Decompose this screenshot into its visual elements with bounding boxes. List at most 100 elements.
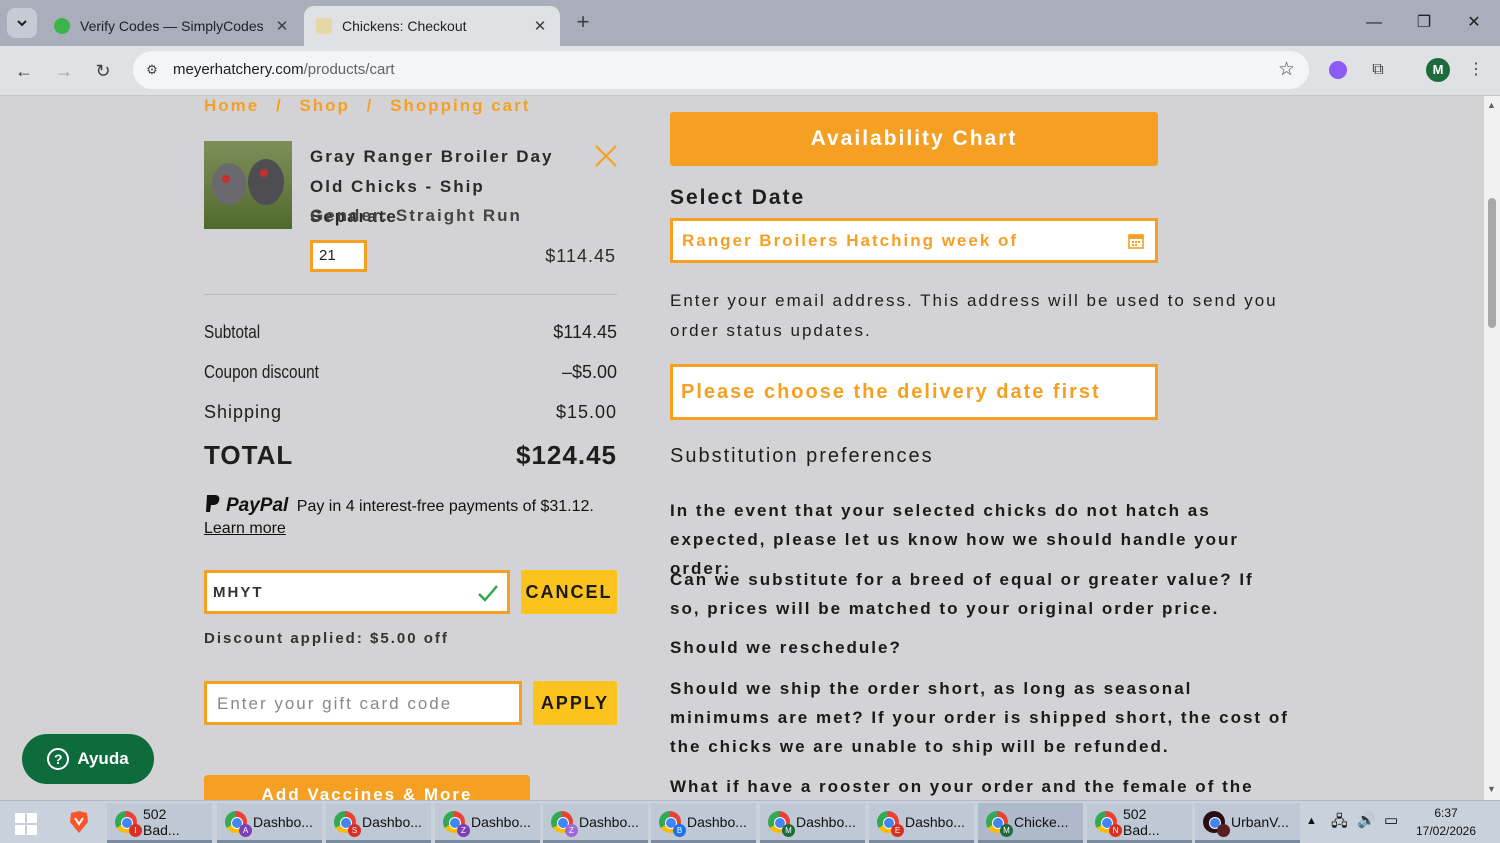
- paypal-text: Pay in 4 interest-free payments of $31.1…: [296, 498, 594, 515]
- taskbar-app-button[interactable]: Z Dashbo...: [543, 803, 648, 843]
- taskbar-app-label: 502 Bad...: [143, 805, 180, 838]
- tab-search-button[interactable]: [7, 8, 37, 38]
- date-select-value: Ranger Broilers Hatching week of: [682, 231, 1019, 250]
- brave-browser-icon[interactable]: [68, 810, 90, 834]
- close-icon[interactable]: ✕: [274, 17, 290, 35]
- new-tab-button[interactable]: +: [570, 10, 596, 36]
- taskbar-app-label: UrbanV...: [1231, 813, 1289, 830]
- restore-button[interactable]: ❐: [1411, 10, 1437, 36]
- taskbar-app-button[interactable]: S Dashbo...: [326, 803, 431, 843]
- scroll-down-arrow-icon[interactable]: ▼: [1487, 784, 1496, 794]
- subtotal-value: $114.45: [553, 322, 617, 342]
- reload-button[interactable]: ↻: [89, 57, 117, 85]
- taskbar-app-button[interactable]: E Dashbo...: [869, 803, 974, 843]
- window-close-button[interactable]: ✕: [1461, 10, 1487, 36]
- apply-gift-card-button[interactable]: APPLY: [533, 681, 617, 725]
- total-value: $124.45: [516, 440, 617, 470]
- taskbar-app-button[interactable]: M Chicke...: [978, 803, 1083, 843]
- quantity-input[interactable]: 21: [310, 240, 367, 272]
- total-row: TOTAL $124.45: [204, 440, 617, 471]
- tab-title: Chickens: Checkout: [342, 18, 467, 34]
- discount-applied-message: Discount applied: $5.00 off: [204, 630, 449, 647]
- add-vaccines-button[interactable]: Add Vaccines & More: [204, 775, 530, 800]
- help-question-icon: ?: [47, 748, 70, 770]
- breadcrumb-shop[interactable]: Shop: [299, 96, 350, 115]
- battery-icon[interactable]: ▭: [1384, 811, 1398, 829]
- rooster-question: What if have a rooster on your order and…: [670, 777, 1254, 796]
- paypal-brand: PayPal: [226, 495, 289, 516]
- chrome-icon: E: [877, 810, 904, 837]
- chrome-icon: [1203, 810, 1230, 837]
- site-info-icon[interactable]: ⚙: [142, 60, 162, 80]
- date-select-input[interactable]: Ranger Broilers Hatching week of: [670, 218, 1158, 263]
- cancel-coupon-button[interactable]: CANCEL: [521, 570, 617, 614]
- taskbar-app-label: Chicke...: [1014, 813, 1069, 830]
- profile-avatar[interactable]: M: [1426, 58, 1450, 82]
- profile-badge: Z: [565, 823, 578, 837]
- volume-icon[interactable]: 🔊: [1357, 811, 1376, 829]
- system-clock[interactable]: 6:37 17/02/2026: [1410, 804, 1482, 840]
- menu-kebab-icon[interactable]: ⋮: [1463, 57, 1489, 83]
- taskbar-app-button[interactable]: A Dashbo...: [217, 803, 322, 843]
- tray-expand-icon[interactable]: ▲: [1306, 815, 1317, 827]
- page-scrollbar[interactable]: ▲ ▼: [1484, 96, 1500, 800]
- back-button[interactable]: ←: [10, 57, 38, 85]
- forward-button[interactable]: →: [50, 57, 78, 85]
- taskbar-app-label: Dashbo...: [253, 813, 313, 830]
- paypal-message: PayPal Pay in 4 interest-free payments o…: [204, 494, 624, 540]
- line-item-price: $114.45: [545, 246, 616, 266]
- bookmark-star-icon[interactable]: ☆: [1278, 58, 1295, 81]
- windows-start-icon[interactable]: [14, 812, 38, 836]
- profile-badge: M: [1000, 823, 1013, 837]
- network-icon[interactable]: 🖧: [1331, 811, 1348, 836]
- subtotal-row: Subtotal $114.45: [204, 322, 617, 343]
- profile-badge: M: [782, 823, 795, 837]
- breadcrumb-home[interactable]: Home: [204, 96, 259, 115]
- help-button[interactable]: ? Ayuda: [22, 734, 154, 784]
- page-content: Home / Shop / Shopping cart Gray Ranger …: [0, 96, 1484, 800]
- scrollbar-thumb[interactable]: [1488, 198, 1496, 328]
- chrome-icon: A: [225, 810, 252, 837]
- breadcrumb-cart[interactable]: Shopping cart: [390, 96, 530, 115]
- chrome-icon: Z: [443, 810, 470, 837]
- profile-badge: A: [239, 823, 252, 837]
- remove-item-icon[interactable]: [594, 144, 618, 168]
- address-bar[interactable]: ⚙ meyerhatchery.com/products/cart ☆: [133, 51, 1309, 89]
- taskbar-app-button[interactable]: UrbanV...: [1195, 803, 1300, 843]
- taskbar-app-button[interactable]: B Dashbo...: [651, 803, 756, 843]
- email-help-text: Enter your email address. This address w…: [670, 291, 1278, 340]
- taskbar-app-button[interactable]: N 502 Bad...: [1087, 803, 1192, 843]
- availability-chart-button[interactable]: Availability Chart: [670, 112, 1158, 166]
- calendar-icon[interactable]: [1127, 232, 1145, 250]
- coupon-value: MHYT: [213, 584, 264, 601]
- extensions-puzzle-icon[interactable]: ⧉: [1365, 57, 1391, 83]
- clock-time: 6:37: [1434, 806, 1458, 820]
- coupon-discount-value: –$5.00: [561, 362, 617, 382]
- paypal-learn-more-link[interactable]: Learn more: [204, 520, 286, 537]
- email-input[interactable]: Please choose the delivery date first: [670, 364, 1158, 420]
- divider: [204, 294, 617, 295]
- taskbar-app-button[interactable]: I 502 Bad...: [107, 803, 212, 843]
- product-gender: Gender: Straight Run: [310, 206, 522, 225]
- select-date-heading: Select Date: [670, 186, 806, 209]
- coupon-input[interactable]: MHYT: [204, 570, 510, 614]
- scroll-up-arrow-icon[interactable]: ▲: [1487, 100, 1496, 110]
- close-icon[interactable]: ✕: [532, 17, 548, 35]
- breadcrumb-separator: /: [366, 96, 374, 115]
- breadcrumb-separator: /: [275, 96, 283, 115]
- url-text[interactable]: meyerhatchery.com/products/cart: [173, 61, 394, 78]
- substitution-question: Can we substitute for a breed of equal o…: [670, 570, 1254, 618]
- substitution-heading: Substitution preferences: [670, 445, 934, 467]
- gift-card-input[interactable]: Enter your gift card code: [204, 681, 522, 725]
- minimize-button[interactable]: —: [1361, 10, 1387, 36]
- profile-badge: I: [129, 823, 142, 837]
- shipping-row: Shipping $15.00: [204, 402, 617, 423]
- taskbar-app-button[interactable]: M Dashbo...: [760, 803, 865, 843]
- taskbar-app-label: Dashbo...: [579, 813, 639, 830]
- taskbar-app-button[interactable]: Z Dashbo...: [435, 803, 540, 843]
- checkmark-icon: [478, 585, 498, 602]
- meyer-favicon-icon: [316, 18, 332, 34]
- tab-checkout[interactable]: Chickens: Checkout ✕: [304, 6, 560, 46]
- tab-simplycodes[interactable]: Verify Codes — SimplyCodes ✕: [42, 6, 302, 46]
- extension-icon[interactable]: [1325, 57, 1351, 83]
